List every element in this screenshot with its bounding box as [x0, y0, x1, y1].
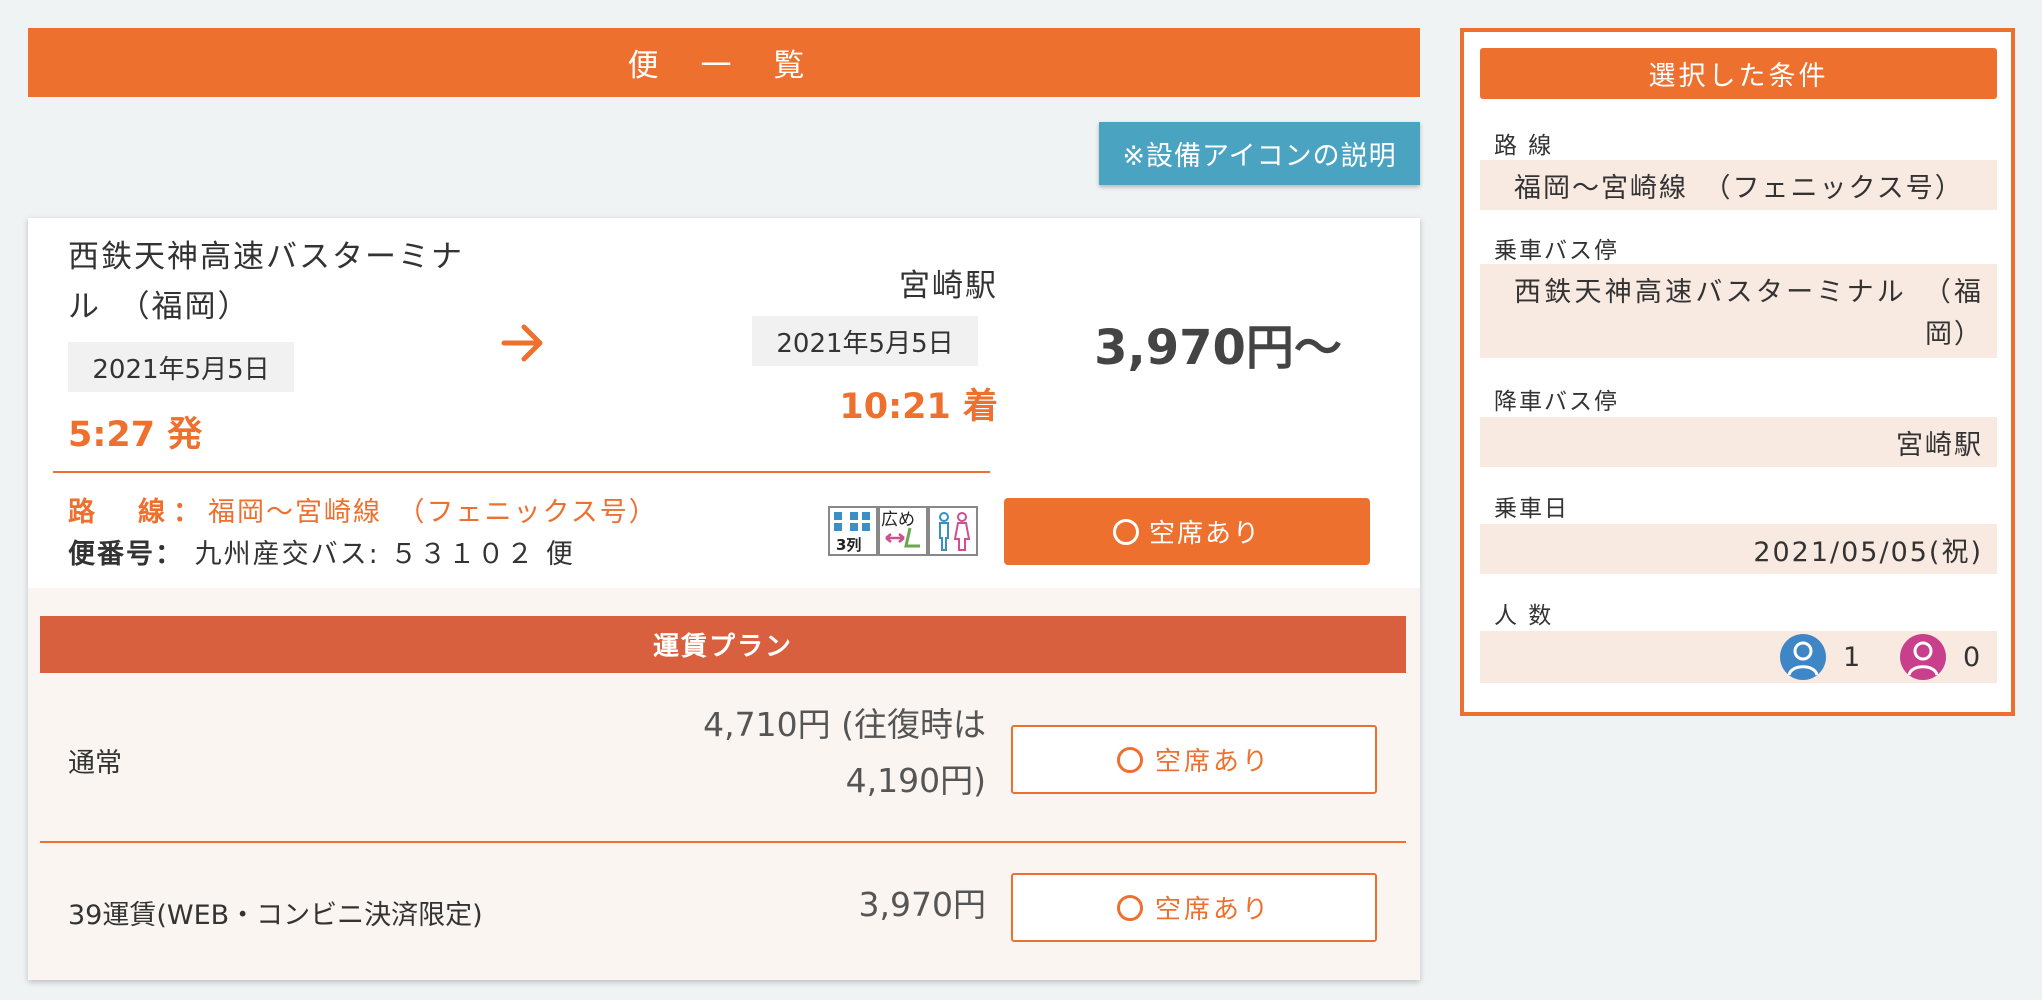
divider [53, 471, 990, 473]
boarding-date-label: 乗車日 [1494, 496, 1569, 522]
departure-date: 2021年5月5日 [68, 342, 294, 392]
fare-plans: 運賃プラン 通常 4,710円 (往復時は4,190円) 空席あり 39運賃(W… [28, 588, 1420, 980]
arrow-right-icon [501, 324, 543, 362]
circle-icon [1116, 894, 1143, 921]
alighting-stop-value: 宮崎駅 [1480, 417, 1997, 467]
facility-icons: 3列 広め [828, 506, 978, 556]
route-label: 路 線 [1494, 133, 1554, 159]
arrival-date: 2021年5月5日 [752, 316, 978, 366]
vacancy-button[interactable]: 空席あり [1004, 498, 1370, 565]
plan-vacancy-label: 空席あり [1154, 747, 1271, 777]
departure-time: 5:27 発 [68, 415, 203, 455]
route-info: 路 線：福岡～宮崎線 （フェニックス号） [68, 490, 658, 529]
toilet-icon [928, 506, 978, 556]
child-icon [1900, 634, 1946, 680]
route-label: 路 線： [68, 497, 208, 528]
page: 便 一 覧 ※設備アイコンの説明 西鉄天神高速バスターミナル （福岡） 2021… [0, 0, 2042, 1000]
circle-icon [1116, 746, 1143, 773]
list-title: 便 一 覧 [28, 28, 1420, 97]
fare-plan-row: 通常 4,710円 (往復時は4,190円) 空席あり [40, 673, 1406, 843]
lowest-fare: 3,970円～ [1094, 320, 1342, 376]
alighting-stop-label: 降車バス停 [1494, 389, 1619, 415]
circle-icon [1112, 518, 1139, 545]
adult-icon [1780, 634, 1826, 680]
vacancy-label: 空席あり [1148, 519, 1261, 549]
svg-text:広め: 広め [881, 510, 915, 530]
selected-conditions-panel: 選択した条件 路 線 福岡～宮崎線 （フェニックス号） 乗車バス停 西鉄天神高速… [1460, 28, 2015, 716]
route-value: 福岡～宮崎線 （フェニックス号） [1480, 160, 1997, 210]
trip-card[interactable]: 西鉄天神高速バスターミナル （福岡） 2021年5月5日 5:27 発 宮崎駅 … [28, 218, 1420, 980]
plan-name: 通常 [68, 748, 122, 779]
passengers-value: 1 0 [1480, 631, 1997, 683]
fare-plan-row: 39運賃(WEB・コンビニ決済限定) 3,970円 空席あり [40, 845, 1406, 970]
plan-name: 39運賃(WEB・コンビニ決済限定) [68, 900, 483, 931]
adult-count-value: 1 [1843, 641, 1863, 673]
flight-number-value: 九州産交バス: ５３１０２ 便 [194, 539, 575, 570]
conditions-title: 選択した条件 [1480, 48, 1997, 99]
route-value: 福岡～宮崎線 （フェニックス号） [208, 497, 658, 528]
svg-text:3列: 3列 [836, 536, 861, 554]
flight-number-label: 便番号： [68, 539, 184, 570]
boarding-stop-label: 乗車バス停 [1494, 238, 1619, 264]
plan-price: 4,710円 (往復時は4,190円) [703, 705, 986, 800]
plan-price: 3,970円 [858, 885, 986, 924]
plan-vacancy-label: 空席あり [1154, 895, 1271, 925]
flight-number-info: 便番号： 九州産交バス: ５３１０２ 便 [68, 532, 575, 571]
arrival-stop: 宮崎駅 [899, 268, 998, 304]
child-count-value: 0 [1963, 641, 1983, 673]
facility-icon-help-button[interactable]: ※設備アイコンの説明 [1099, 122, 1420, 185]
plan-vacancy-button[interactable]: 空席あり [1011, 873, 1377, 942]
wide-seat-icon: 広め [878, 506, 928, 556]
child-count: 0 [1899, 633, 1983, 681]
three-row-seat-icon: 3列 [828, 506, 878, 556]
boarding-stop-value: 西鉄天神高速バスターミナル （福岡） [1480, 264, 1997, 358]
departure-stop: 西鉄天神高速バスターミナル （福岡） [68, 239, 464, 325]
plan-vacancy-button[interactable]: 空席あり [1011, 725, 1377, 794]
arrival-time: 10:21 着 [839, 387, 998, 427]
boarding-date-value: 2021/05/05(祝) [1480, 524, 1997, 574]
passengers-label: 人 数 [1494, 603, 1554, 629]
fare-plans-header: 運賃プラン [40, 616, 1406, 673]
adult-count: 1 [1779, 633, 1863, 681]
